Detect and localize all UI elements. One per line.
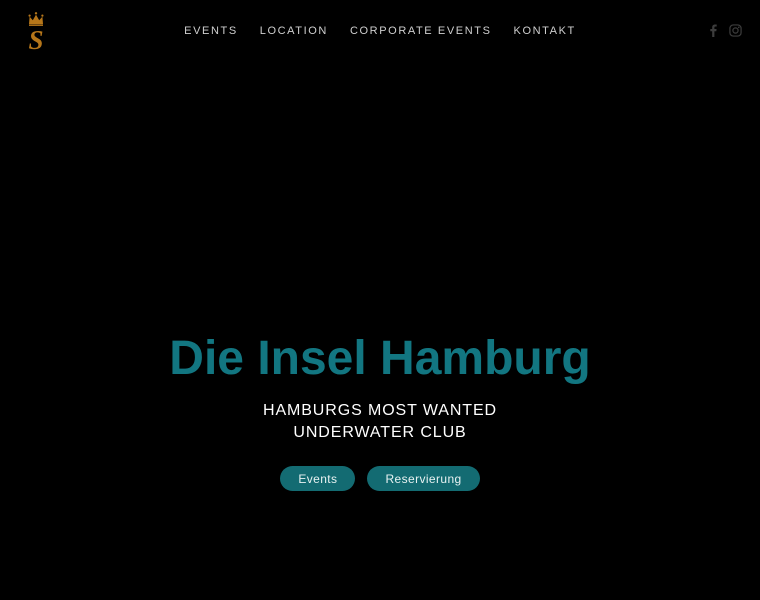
hero-subtitle-line-1: HAMBURGS MOST WANTED bbox=[262, 402, 497, 419]
instagram-link[interactable] bbox=[728, 21, 742, 39]
facebook-icon bbox=[707, 23, 718, 37]
cta-button-row: Events Reservierung bbox=[0, 466, 760, 491]
nav-link-kontakt[interactable]: KONTAKT bbox=[503, 22, 587, 40]
hero-section: S EVENTS LOCATION CORPORATE EVENTS KONTA… bbox=[0, 0, 760, 600]
hero-subtitle-line-2: UNDERWATER CLUB bbox=[293, 424, 467, 441]
hero-content: Die Insel Hamburg HAMBURGS MOST WANTED U… bbox=[0, 330, 760, 491]
site-header: S EVENTS LOCATION CORPORATE EVENTS KONTA… bbox=[0, 0, 760, 62]
primary-navigation: EVENTS LOCATION CORPORATE EVENTS KONTAKT bbox=[0, 22, 760, 40]
nav-link-corporate-events[interactable]: CORPORATE EVENTS bbox=[339, 22, 503, 40]
nav-link-events[interactable]: EVENTS bbox=[173, 22, 249, 40]
hero-subtitle: HAMBURGS MOST WANTED UNDERWATER CLUB bbox=[170, 400, 590, 444]
hero-title: Die Insel Hamburg bbox=[169, 332, 591, 385]
facebook-link[interactable] bbox=[705, 21, 719, 39]
social-links bbox=[705, 21, 742, 39]
cta-reservierung-button[interactable]: Reservierung bbox=[367, 466, 480, 491]
nav-link-location[interactable]: LOCATION bbox=[249, 22, 339, 40]
instagram-icon bbox=[728, 23, 742, 37]
cta-events-button[interactable]: Events bbox=[280, 466, 356, 491]
